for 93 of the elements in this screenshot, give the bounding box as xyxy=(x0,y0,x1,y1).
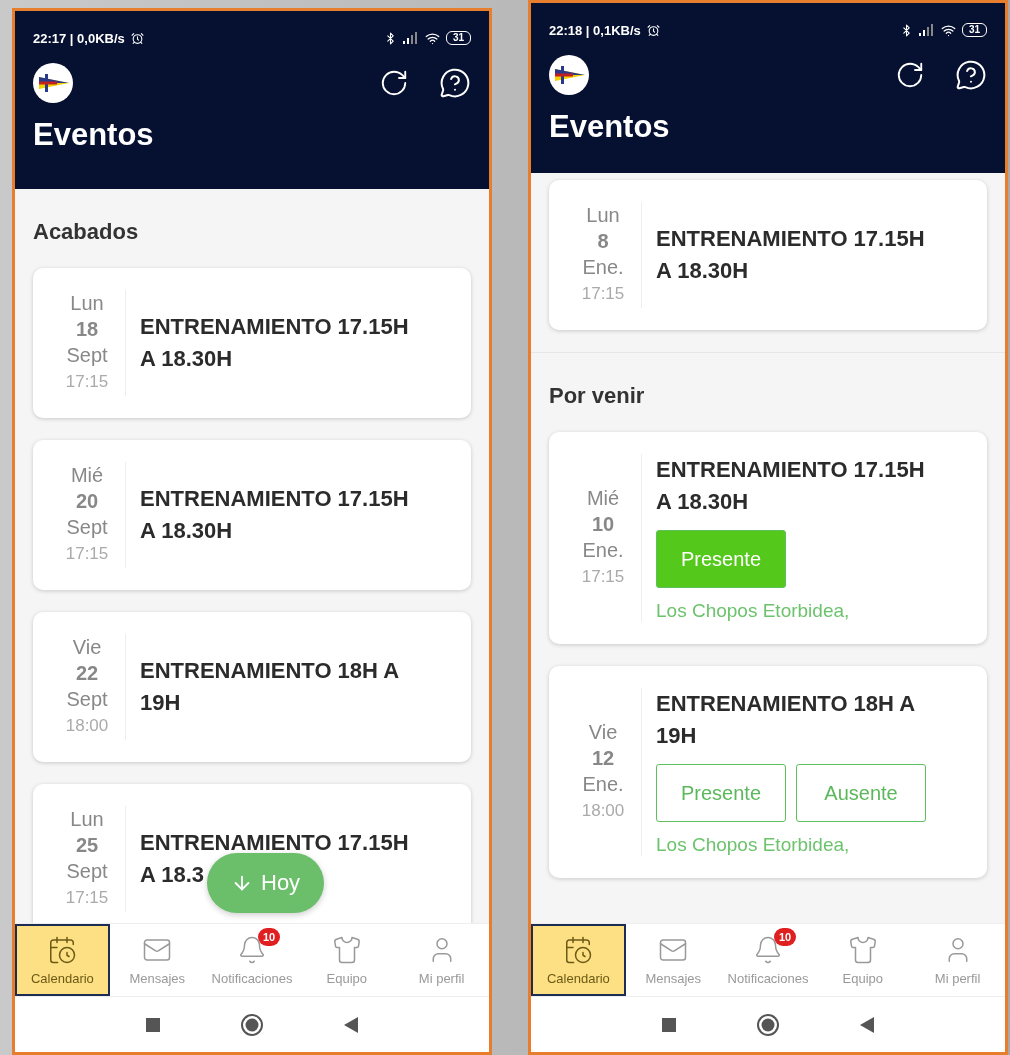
battery-level: 31 xyxy=(961,23,987,37)
wifi-icon xyxy=(424,30,440,46)
event-time: 18:00 xyxy=(65,715,109,737)
event-time: 17:15 xyxy=(65,887,109,909)
event-card[interactable]: Vie 12 Ene. 18:00 ENTRENAMIENTO 18H A 19H Presente Ausente Los Chopos Etorbidea, xyxy=(549,666,987,878)
back-icon[interactable] xyxy=(860,1016,874,1033)
signal-icon xyxy=(918,24,935,36)
event-title-line: ENTRENAMIENTO 18H A xyxy=(140,657,400,685)
event-title-line: A 18.30H xyxy=(656,257,749,285)
home-icon[interactable] xyxy=(240,1012,264,1037)
event-weekday: Mié xyxy=(70,463,104,488)
event-title-line: ENTRENAMIENTO 17.15H xyxy=(656,456,925,484)
refresh-icon[interactable] xyxy=(895,60,925,90)
event-title-line: A 18.30H xyxy=(140,517,233,545)
event-time: 17:15 xyxy=(581,283,625,305)
event-title-line: 19H xyxy=(656,722,697,750)
status-time: 22:18 | 0,1KB/s xyxy=(549,22,641,38)
event-weekday: Vie xyxy=(72,635,102,660)
event-title-line: ENTRENAMIENTO 18H A xyxy=(656,690,916,718)
nav-tab[interactable]: Equipo xyxy=(815,924,911,996)
event-title-line: A 18.30H xyxy=(656,488,749,516)
event-card[interactable]: Lun 18 Sept 17:15 ENTRENAMIENTO 17.15H A 18.30H xyxy=(33,268,471,418)
signal-icon xyxy=(402,32,419,44)
event-title-line: A 18.3 xyxy=(140,861,204,889)
recents-icon[interactable] xyxy=(662,1017,676,1032)
event-month: Sept xyxy=(66,515,108,540)
home-icon[interactable] xyxy=(756,1012,780,1037)
nav-tab[interactable]: Notificaciones 10 xyxy=(720,924,816,996)
event-time: 17:15 xyxy=(581,566,625,588)
event-title-line: ENTRENAMIENTO 17.15H xyxy=(140,485,409,513)
event-title-line: 19H xyxy=(140,689,181,717)
nav-tab[interactable]: Mi perfil xyxy=(910,924,1005,996)
event-month: Sept xyxy=(66,859,108,884)
battery-level: 31 xyxy=(445,31,471,45)
nav-tab[interactable]: Mensajes xyxy=(109,924,205,996)
event-date: 22 xyxy=(75,661,99,686)
event-date: 10 xyxy=(591,512,615,537)
page-title: Eventos xyxy=(549,109,671,145)
wifi-icon xyxy=(940,22,956,38)
event-title-line: ENTRENAMIENTO 17.15H xyxy=(656,225,925,253)
event-month: Sept xyxy=(66,343,108,368)
event-weekday: Vie xyxy=(588,720,618,745)
event-weekday: Lun xyxy=(586,203,620,228)
attendance-button[interactable]: Ausente xyxy=(796,764,926,822)
nav-tab[interactable]: Mensajes xyxy=(625,924,721,996)
shirt-icon xyxy=(331,934,362,965)
refresh-icon[interactable] xyxy=(379,68,409,98)
event-weekday: Mié xyxy=(586,486,620,511)
event-time: 18:00 xyxy=(581,800,625,822)
notification-badge: 10 xyxy=(258,928,281,946)
status-time: 22:17 | 0,0KB/s xyxy=(33,30,125,46)
section-heading: Por venir xyxy=(549,382,646,410)
event-location: Los Chopos Etorbidea, xyxy=(656,600,851,622)
event-date: 25 xyxy=(75,833,99,858)
event-card[interactable]: Lun 8 Ene. 17:15 ENTRENAMIENTO 17.15H A 18.30H xyxy=(549,180,987,330)
nav-tab[interactable]: Calendario xyxy=(15,924,110,996)
back-icon[interactable] xyxy=(344,1016,358,1033)
club-logo xyxy=(549,55,589,95)
attendance-button[interactable]: Presente xyxy=(656,764,786,822)
alarm-icon xyxy=(130,31,144,45)
recents-icon[interactable] xyxy=(146,1017,160,1032)
event-card[interactable]: Vie 22 Sept 18:00 ENTRENAMIENTO 18H A 19H xyxy=(33,612,471,762)
nav-tab[interactable]: Calendario xyxy=(531,924,626,996)
event-month: Sept xyxy=(66,687,108,712)
help-icon[interactable] xyxy=(955,59,987,91)
event-month: Ene. xyxy=(582,772,624,797)
event-time: 17:15 xyxy=(65,371,109,393)
event-date: 20 xyxy=(75,489,99,514)
nav-tab[interactable]: Mi perfil xyxy=(394,924,489,996)
alarm-icon xyxy=(646,23,660,37)
event-title-line: ENTRENAMIENTO 17.15H xyxy=(140,313,409,341)
event-month: Ene. xyxy=(582,538,624,563)
section-heading: Acabados xyxy=(33,218,140,246)
event-location: Los Chopos Etorbidea, xyxy=(656,834,851,856)
event-month: Ene. xyxy=(582,255,624,280)
event-time: 17:15 xyxy=(65,543,109,565)
help-icon[interactable] xyxy=(439,67,471,99)
page-title: Eventos xyxy=(33,117,155,153)
club-logo xyxy=(33,63,73,103)
calendar-icon xyxy=(47,934,78,965)
nav-tab[interactable]: Equipo xyxy=(299,924,395,996)
calendar-icon xyxy=(563,934,594,965)
event-weekday: Lun xyxy=(70,291,104,316)
event-date: 8 xyxy=(597,229,609,254)
event-date: 18 xyxy=(75,317,99,342)
event-title-line: A 18.30H xyxy=(140,345,233,373)
event-weekday: Lun xyxy=(70,807,104,832)
event-card[interactable]: Mié 10 Ene. 17:15 ENTRENAMIENTO 17.15H A 18.30H Presente Los Chopos Etorbidea, xyxy=(549,432,987,644)
shirt-icon xyxy=(847,934,878,965)
event-card[interactable]: Mié 20 Sept 17:15 ENTRENAMIENTO 17.15H A 18.30H xyxy=(33,440,471,590)
event-date: 12 xyxy=(591,746,615,771)
nav-tab[interactable]: Notificaciones 10 xyxy=(204,924,300,996)
notification-badge: 10 xyxy=(774,928,797,946)
